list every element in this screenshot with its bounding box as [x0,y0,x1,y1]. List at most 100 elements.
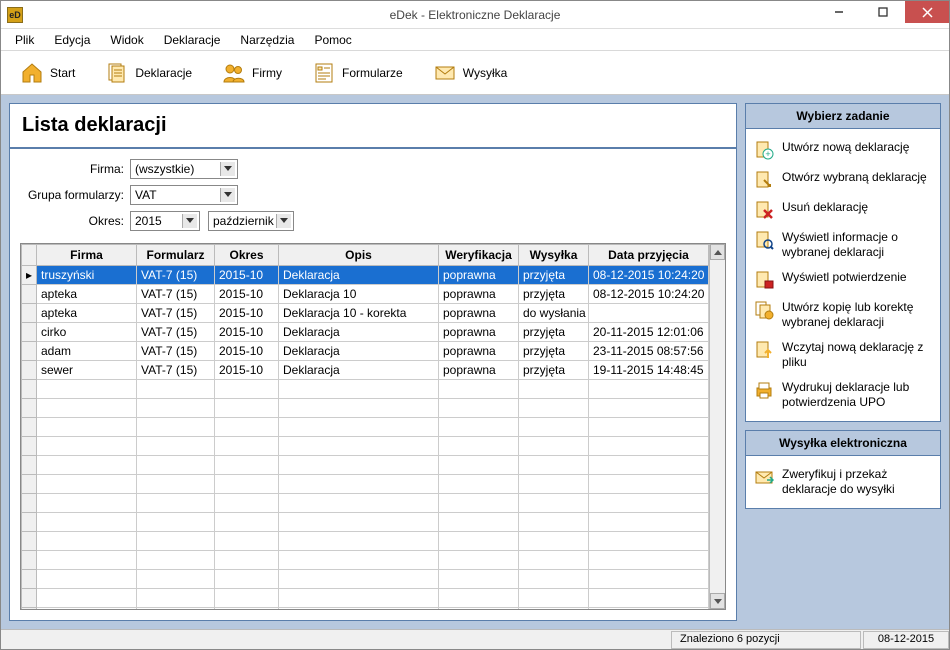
table-row[interactable]: cirkoVAT-7 (15)2015-10Deklaracjapoprawna… [22,323,709,342]
task-item-7[interactable]: Wydrukuj deklaracje lub potwierdzenia UP… [750,375,936,415]
col-formularz[interactable]: Formularz [137,245,215,266]
menu-narzedzia[interactable]: Narzędzia [230,30,304,50]
menu-pomoc[interactable]: Pomoc [304,30,361,50]
task-icon [754,200,774,220]
form-icon [312,61,336,85]
cell-formularz: VAT-7 (15) [137,361,215,380]
table-row-empty[interactable] [22,418,709,437]
toolbar-wysylka-label: Wysyłka [463,66,508,80]
cell-formularz: VAT-7 (15) [137,323,215,342]
table-row-empty[interactable] [22,475,709,494]
menu-deklaracje[interactable]: Deklaracje [154,30,231,50]
cell-okres: 2015-10 [215,304,279,323]
task-label: Otwórz wybraną deklarację [782,170,932,185]
task-label: Utwórz nową deklarację [782,140,932,155]
cell-opis: Deklaracja 10 [279,285,439,304]
task-item-6[interactable]: Wczytaj nową deklarację z pliku [750,335,936,375]
table-header-row: Firma Formularz Okres Opis Weryfikacja W… [22,245,709,266]
svg-text:+: + [765,149,770,159]
task-icon [754,230,774,250]
table-row[interactable]: aptekaVAT-7 (15)2015-10Deklaracja 10 - k… [22,304,709,323]
app-icon: eD [7,7,23,23]
main-panel: Lista deklaracji Firma: (wszystkie) Grup… [9,103,737,621]
table-row-empty[interactable] [22,513,709,532]
task-item-2[interactable]: Usuń deklarację [750,195,936,225]
table-row-empty[interactable] [22,494,709,513]
table-row-empty[interactable] [22,437,709,456]
scroll-up-button[interactable] [710,244,725,260]
scroll-down-button[interactable] [710,593,725,609]
table-row-empty[interactable] [22,608,709,610]
col-weryfikacja[interactable]: Weryfikacja [439,245,519,266]
table-row-empty[interactable] [22,399,709,418]
cell-data: 23-11-2015 08:57:56 [589,342,709,361]
panel-title: Lista deklaracji [10,104,736,149]
table-row-empty[interactable] [22,532,709,551]
table-row-empty[interactable] [22,551,709,570]
menubar: Plik Edycja Widok Deklaracje Narzędzia P… [1,29,949,51]
menu-edycja[interactable]: Edycja [44,30,100,50]
cell-data: 20-11-2015 12:01:06 [589,323,709,342]
table-row-empty[interactable] [22,380,709,399]
cell-formularz: VAT-7 (15) [137,342,215,361]
row-indicator [22,361,37,380]
cell-okres: 2015-10 [215,361,279,380]
menu-widok[interactable]: Widok [100,30,153,50]
table-row-empty[interactable] [22,570,709,589]
cell-firma: truszyński [37,266,137,285]
filters: Firma: (wszystkie) Grupa formularzy: VAT… [10,149,736,243]
cell-wysylka: przyjęta [519,361,589,380]
task-item-3[interactable]: Wyświetl informacje o wybranej deklaracj… [750,225,936,265]
col-data[interactable]: Data przyjęcia [589,245,709,266]
table-row[interactable]: sewerVAT-7 (15)2015-10Deklaracjapoprawna… [22,361,709,380]
okres-year-select[interactable]: 2015 [130,211,200,231]
cell-okres: 2015-10 [215,342,279,361]
toolbar-deklaracje[interactable]: Deklaracje [94,56,203,90]
cell-data [589,304,709,323]
col-okres[interactable]: Okres [215,245,279,266]
grupa-select[interactable]: VAT [130,185,238,205]
maximize-button[interactable] [861,1,905,23]
task-icon [754,170,774,190]
toolbar-start[interactable]: Start [9,56,86,90]
people-icon [222,61,246,85]
task-group-1-title: Wybierz zadanie [746,104,940,129]
table-row[interactable]: aptekaVAT-7 (15)2015-10Deklaracja 10popr… [22,285,709,304]
table-row-empty[interactable] [22,589,709,608]
row-indicator [22,304,37,323]
table-row[interactable]: ▸truszyńskiVAT-7 (15)2015-10Deklaracjapo… [22,266,709,285]
table-row-empty[interactable] [22,456,709,475]
cell-firma: sewer [37,361,137,380]
task-icon [754,300,774,320]
task-send-item[interactable]: Zweryfikuj i przekaż deklaracje do wysył… [750,462,936,502]
cell-firma: cirko [37,323,137,342]
col-opis[interactable]: Opis [279,245,439,266]
toolbar-wysylka[interactable]: Wysyłka [422,56,519,90]
task-item-5[interactable]: Utwórz kopię lub korektę wybranej deklar… [750,295,936,335]
col-wysylka[interactable]: Wysyłka [519,245,589,266]
table-row[interactable]: adamVAT-7 (15)2015-10Deklaracjapoprawnap… [22,342,709,361]
task-item-1[interactable]: Otwórz wybraną deklarację [750,165,936,195]
okres-month-select[interactable]: październik [208,211,294,231]
cell-okres: 2015-10 [215,323,279,342]
cell-wysylka: przyjęta [519,323,589,342]
task-item-0[interactable]: + Utwórz nową deklarację [750,135,936,165]
cell-data: 19-11-2015 14:48:45 [589,361,709,380]
minimize-button[interactable] [817,1,861,23]
cell-firma: apteka [37,304,137,323]
cell-opis: Deklaracja [279,323,439,342]
col-firma[interactable]: Firma [37,245,137,266]
row-indicator [22,323,37,342]
menu-plik[interactable]: Plik [5,30,44,50]
task-label: Zweryfikuj i przekaż deklaracje do wysył… [782,467,932,497]
toolbar-formularze[interactable]: Formularze [301,56,414,90]
task-item-4[interactable]: Wyświetl potwierdzenie [750,265,936,295]
close-button[interactable] [905,1,949,23]
toolbar-firmy[interactable]: Firmy [211,56,293,90]
titlebar: eD eDek - Elektroniczne Deklaracje [1,1,949,29]
vertical-scrollbar[interactable] [709,244,725,609]
firma-select[interactable]: (wszystkie) [130,159,238,179]
cell-wysylka: przyjęta [519,285,589,304]
row-indicator [22,285,37,304]
cell-data: 08-12-2015 10:24:20 [589,285,709,304]
